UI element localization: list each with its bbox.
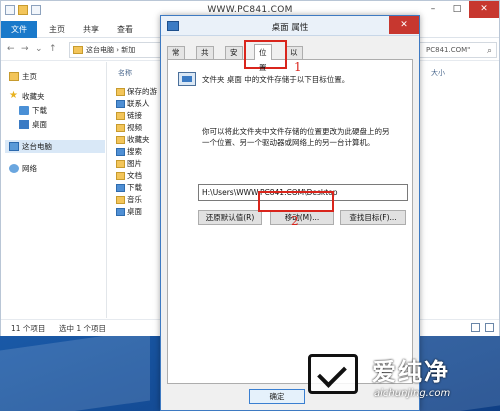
- folder-icon: [116, 123, 125, 132]
- window-controls: – □ ✕: [421, 1, 499, 18]
- nav-item-desktop[interactable]: 桌面: [19, 118, 47, 131]
- status-item-count: 11 个项目: [11, 324, 46, 333]
- file-list: 名称 保存的游 联系人 链接 视频 收藏夹 搜索 图片 文档 下载 音乐 桌面: [108, 62, 168, 318]
- folder-icon: [116, 159, 125, 168]
- back-icon[interactable]: ←: [7, 44, 15, 54]
- list-item[interactable]: 图片: [116, 158, 142, 169]
- tab-home[interactable]: 主页: [49, 21, 65, 38]
- forward-icon[interactable]: →: [21, 44, 29, 54]
- nav-item-downloads[interactable]: 下载: [19, 104, 47, 117]
- tab-file[interactable]: 文件: [1, 21, 37, 38]
- home-icon: [9, 72, 19, 81]
- details-view-icon[interactable]: [471, 323, 480, 332]
- search-input[interactable]: PC841.COM" ⌕: [419, 42, 497, 58]
- desktop-icon: [19, 120, 29, 129]
- list-item[interactable]: 音乐: [116, 194, 142, 205]
- address-part-this-pc[interactable]: 这台电脑: [86, 46, 114, 54]
- dialog-title: 桌面 属性: [271, 23, 309, 33]
- annotation-step-1: 1: [294, 60, 302, 74]
- column-header-name[interactable]: 名称: [118, 68, 132, 78]
- list-item[interactable]: 收藏夹: [116, 134, 150, 145]
- search-icon[interactable]: ⌕: [487, 44, 492, 58]
- ok-button[interactable]: 确定: [249, 389, 305, 404]
- location-description: 你可以将此文件夹中文件存储的位置更改为此硬盘上的另一个位置、另一个驱动器或网络上…: [202, 127, 390, 147]
- download-icon: [19, 106, 29, 115]
- restore-default-button[interactable]: 还原默认值(R): [198, 210, 262, 225]
- folder-icon: [116, 135, 125, 144]
- folder-icon: [116, 171, 125, 180]
- find-target-button[interactable]: 查找目标(F)...: [340, 210, 406, 225]
- up-icon[interactable]: ↑: [49, 44, 57, 54]
- address-bar[interactable]: 这台电脑 › 新加: [69, 42, 169, 58]
- annotation-step-2: 2: [291, 214, 299, 228]
- tab-share[interactable]: 共享: [83, 21, 99, 38]
- watermark-logo-icon: [308, 354, 358, 394]
- desktop-icon: [116, 207, 125, 216]
- status-selected-count: 选中 1 个项目: [59, 324, 107, 333]
- minimize-icon[interactable]: –: [421, 1, 445, 18]
- folder-icon: [116, 111, 125, 120]
- tab-security[interactable]: 安全: [225, 46, 243, 69]
- recent-dropdown-icon[interactable]: ⌄: [35, 44, 43, 54]
- watermark-url: aichunjing.com: [374, 388, 451, 399]
- close-icon[interactable]: ✕: [389, 16, 419, 34]
- list-item[interactable]: 保存的游: [116, 86, 157, 97]
- tab-location[interactable]: 位置: [254, 44, 272, 72]
- watermark-text: 爱纯净: [372, 358, 450, 386]
- folder-location-icon: [178, 72, 196, 86]
- folder-icon: [116, 195, 125, 204]
- address-part-drive[interactable]: 新加: [121, 46, 135, 54]
- list-item[interactable]: 视频: [116, 122, 142, 133]
- search-folder-icon: [116, 147, 125, 156]
- watermark: 爱纯净 aichunjing.com: [302, 346, 500, 411]
- nav-item-home[interactable]: 主页: [9, 70, 37, 83]
- large-icons-view-icon[interactable]: [485, 323, 494, 332]
- list-item[interactable]: 链接: [116, 110, 142, 121]
- column-header-size[interactable]: 大小: [431, 68, 445, 78]
- nav-item-network[interactable]: 网络: [9, 162, 37, 175]
- tab-previous-versions[interactable]: 以前的版本: [285, 46, 303, 105]
- network-icon: [9, 164, 19, 173]
- list-item[interactable]: 联系人: [116, 98, 150, 109]
- list-item[interactable]: 下载: [116, 182, 142, 193]
- location-tab-panel: 文件夹 桌面 中的文件存储于以下目标位置。 你可以将此文件夹中文件存储的位置更改…: [167, 59, 413, 384]
- annotation-highlight-move-button: [258, 191, 334, 212]
- star-icon: ★: [9, 90, 18, 101]
- download-icon: [116, 183, 125, 192]
- navigation-pane: 主页 ★ 收藏夹 下载 桌面 这台电脑 网络: [1, 62, 107, 318]
- tab-general[interactable]: 常规: [167, 46, 185, 69]
- location-info-text: 文件夹 桌面 中的文件存储于以下目标位置。: [202, 75, 350, 84]
- dialog-titlebar[interactable]: 桌面 属性 ✕: [161, 16, 419, 36]
- computer-icon: [9, 142, 19, 151]
- list-item[interactable]: 文档: [116, 170, 142, 181]
- maximize-icon[interactable]: □: [445, 1, 469, 18]
- nav-item-favorites[interactable]: ★ 收藏夹: [9, 90, 45, 103]
- tab-sharing[interactable]: 共享: [196, 46, 214, 69]
- list-item[interactable]: 桌面: [116, 206, 142, 217]
- folder-icon: [73, 46, 83, 54]
- folder-icon: [116, 87, 125, 96]
- close-icon[interactable]: ✕: [469, 1, 499, 18]
- tab-view[interactable]: 查看: [117, 21, 133, 38]
- contacts-icon: [116, 99, 125, 108]
- list-item[interactable]: 搜索: [116, 146, 142, 157]
- search-text: PC841.COM": [426, 46, 471, 54]
- move-button[interactable]: 移动(M)...: [270, 210, 334, 225]
- desktop-window-pane-1: [0, 329, 150, 411]
- nav-item-this-pc[interactable]: 这台电脑: [5, 140, 105, 153]
